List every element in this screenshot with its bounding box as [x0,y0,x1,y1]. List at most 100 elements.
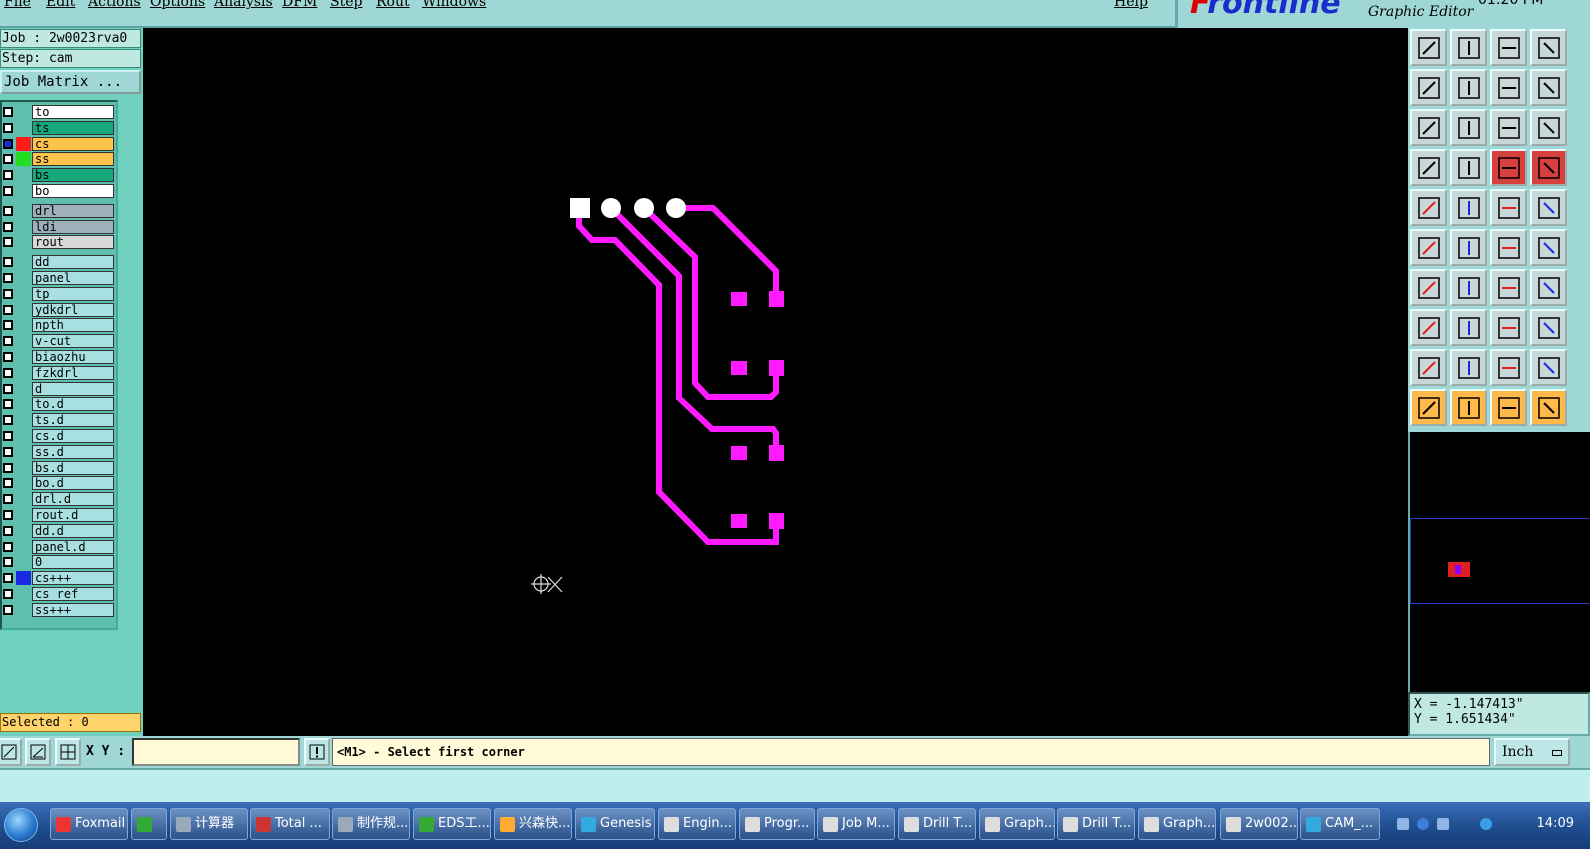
taskbar-button[interactable]: Drill T... [1057,808,1135,840]
tool-button[interactable] [1530,109,1567,146]
taskbar-button[interactable]: Job M... [817,808,895,840]
tool-button[interactable] [1450,269,1487,306]
layer-checkbox[interactable] [3,221,13,232]
tool-button[interactable] [1450,349,1487,386]
taskbar-button[interactable]: Foxmail [50,808,128,840]
layer-row[interactable]: ts.d [2,413,118,428]
layer-row[interactable]: cs.d [2,429,118,443]
layer-row[interactable]: dd [2,255,118,270]
layer-checkbox[interactable] [3,122,13,133]
layer-checkbox[interactable] [3,431,13,441]
menu-file[interactable]: File [4,0,31,10]
tool-button[interactable] [1490,309,1527,346]
menu-dfm[interactable]: DFM [282,0,317,10]
layer-checkbox[interactable] [3,478,13,489]
tool-button[interactable] [1410,29,1447,66]
tool-button[interactable] [1530,189,1567,226]
layer-checkbox[interactable] [3,367,13,378]
tool-button[interactable] [1530,389,1567,426]
layer-row[interactable]: tp [2,286,118,301]
tool-button[interactable] [1450,149,1487,186]
layer-checkbox[interactable] [3,352,13,362]
tray-network-icon[interactable] [1480,818,1492,830]
layer-row[interactable]: ldi [2,219,118,234]
tool-button[interactable] [1490,349,1527,386]
angle-mode-button[interactable] [25,738,51,766]
layer-row[interactable]: bo [2,184,118,198]
tool-button[interactable] [1410,349,1447,386]
units-selector[interactable]: Inch [1494,738,1570,766]
menu-help[interactable]: Help [1114,0,1148,10]
menu-analysis[interactable]: Analysis [214,0,273,10]
layer-row[interactable]: cs_ref [2,587,118,601]
layer-row[interactable]: ss.d [2,444,118,459]
layer-row[interactable]: 0 [2,555,118,570]
taskbar-button[interactable]: Genesis [575,808,655,840]
tool-button[interactable] [1410,309,1447,346]
layer-row[interactable]: ss+++ [2,602,118,617]
layer-checkbox[interactable] [3,205,13,216]
tool-button[interactable] [1490,69,1527,106]
layer-checkbox[interactable] [3,288,13,299]
layer-row[interactable]: bo.d [2,476,118,491]
taskbar-button[interactable]: 兴森快... [494,808,572,840]
tool-button[interactable] [1450,309,1487,346]
taskbar-button[interactable]: 制作规... [332,808,410,840]
snap-mode-button[interactable] [0,738,22,766]
tool-button[interactable] [1410,189,1447,226]
taskbar-button[interactable]: CAM_... [1300,808,1380,840]
xy-input[interactable] [132,738,300,766]
layer-checkbox[interactable] [3,525,13,536]
layer-row[interactable]: to [2,105,118,119]
menu-rout[interactable]: Rout [376,0,410,10]
layer-row[interactable]: dd.d [2,523,118,538]
tool-button[interactable] [1410,109,1447,146]
tool-button[interactable] [1530,349,1567,386]
tool-button[interactable] [1410,389,1447,426]
job-matrix-button[interactable]: Job Matrix ... [0,70,141,94]
taskbar-button[interactable]: Total ... [250,808,330,840]
layer-checkbox[interactable] [3,154,13,165]
tool-button[interactable] [1450,389,1487,426]
layer-row[interactable]: bs [2,168,118,183]
layer-row[interactable]: ss [2,152,118,167]
layer-row[interactable]: drl [2,203,118,218]
tool-button[interactable] [1490,109,1527,146]
menu-step[interactable]: Step [330,0,362,10]
tool-button[interactable] [1450,29,1487,66]
start-button[interactable] [4,808,38,842]
layer-row[interactable]: panel [2,271,118,285]
tray-keyboard-icon[interactable] [1397,818,1409,830]
tool-button[interactable] [1490,189,1527,226]
tool-button[interactable] [1530,229,1567,266]
tool-button[interactable] [1530,29,1567,66]
grid-mode-button[interactable] [55,738,81,766]
taskbar-button[interactable]: Graph... [979,808,1055,840]
tool-button[interactable] [1410,269,1447,306]
layer-row[interactable]: rout [2,235,118,250]
taskbar-button[interactable]: Progr... [739,808,815,840]
layer-checkbox[interactable] [3,462,13,473]
taskbar-button[interactable] [131,808,167,840]
tool-button[interactable] [1490,269,1527,306]
layer-row[interactable]: fzkdrl [2,365,118,380]
layer-row[interactable]: to.d [2,397,118,412]
layer-checkbox[interactable] [3,541,13,552]
tool-button[interactable] [1490,389,1527,426]
layer-checkbox[interactable] [3,170,13,181]
layer-checkbox[interactable] [3,399,13,410]
layer-row[interactable]: rout.d [2,508,118,522]
tool-button[interactable] [1530,69,1567,106]
layer-checkbox[interactable] [3,510,13,520]
tray-help-icon[interactable] [1417,818,1429,830]
tool-button[interactable] [1410,149,1447,186]
layer-checkbox[interactable] [3,186,13,196]
taskbar-button[interactable]: 2w002... [1220,808,1298,840]
tool-button[interactable] [1450,229,1487,266]
tray-window-icon[interactable] [1437,818,1449,830]
layer-row[interactable]: panel.d [2,539,118,554]
layer-checkbox[interactable] [3,304,13,315]
layer-checkbox[interactable] [3,604,13,615]
layer-checkbox[interactable] [3,320,13,331]
tool-button[interactable] [1490,29,1527,66]
